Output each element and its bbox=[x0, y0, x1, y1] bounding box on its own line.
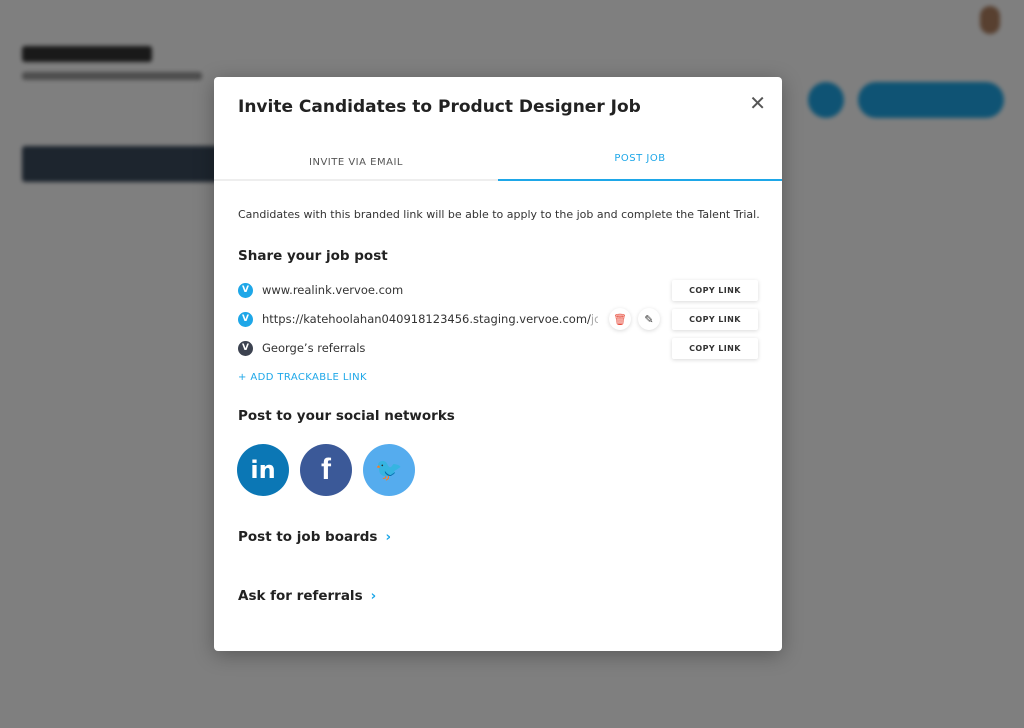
ask-for-referrals-link[interactable]: Ask for referrals › bbox=[238, 588, 376, 604]
share-heading: Share your job post bbox=[238, 248, 388, 264]
link-url: https://katehoolahan040918123456.staging… bbox=[262, 312, 598, 326]
pencil-icon[interactable]: ✎ bbox=[638, 308, 660, 330]
vervoe-icon: V bbox=[238, 340, 253, 356]
invite-modal: Invite Candidates to Product Designer Jo… bbox=[214, 77, 782, 651]
chevron-right-icon: › bbox=[370, 588, 377, 604]
post-to-job-boards-link[interactable]: Post to job boards › bbox=[238, 529, 391, 545]
copy-link-button[interactable]: COPY LINK bbox=[672, 279, 758, 301]
link-url-faded: job-o bbox=[590, 312, 598, 326]
chevron-right-icon: › bbox=[385, 529, 392, 545]
close-icon[interactable]: ✕ bbox=[749, 91, 766, 115]
tab-invite-via-email[interactable]: INVITE VIA EMAIL bbox=[214, 143, 498, 179]
tabs: INVITE VIA EMAIL POST JOB bbox=[214, 143, 782, 181]
link-url: www.realink.vervoe.com bbox=[262, 283, 404, 297]
vervoe-icon: V bbox=[238, 282, 253, 298]
job-boards-label: Post to job boards bbox=[238, 529, 378, 545]
twitter-icon[interactable]: 🐦 bbox=[363, 444, 415, 496]
social-heading: Post to your social networks bbox=[238, 408, 455, 424]
facebook-icon[interactable]: f bbox=[300, 444, 352, 496]
link-url: George’s referrals bbox=[262, 341, 366, 355]
linkedin-icon[interactable]: in bbox=[237, 444, 289, 496]
vervoe-icon: V bbox=[238, 311, 253, 327]
description: Candidates with this branded link will b… bbox=[238, 208, 760, 221]
modal-title: Invite Candidates to Product Designer Jo… bbox=[238, 97, 641, 117]
referrals-label: Ask for referrals bbox=[238, 588, 363, 604]
link-row: V George’s referrals COPY LINK bbox=[238, 337, 758, 359]
link-row: V www.realink.vervoe.com COPY LINK bbox=[238, 279, 758, 301]
link-url-text: https://katehoolahan040918123456.staging… bbox=[262, 312, 591, 326]
copy-link-button[interactable]: COPY LINK bbox=[672, 308, 758, 330]
tab-post-job[interactable]: POST JOB bbox=[498, 143, 782, 181]
copy-link-button[interactable]: COPY LINK bbox=[672, 337, 758, 359]
trash-icon[interactable]: 🗑 bbox=[609, 308, 631, 330]
link-row: V https://katehoolahan040918123456.stagi… bbox=[238, 308, 758, 330]
add-trackable-link-button[interactable]: + ADD TRACKABLE LINK bbox=[238, 372, 367, 383]
